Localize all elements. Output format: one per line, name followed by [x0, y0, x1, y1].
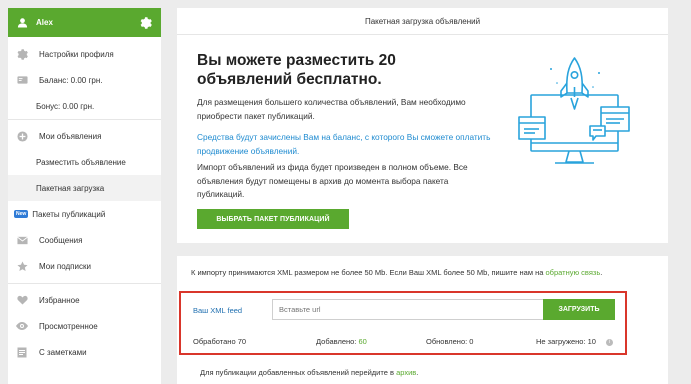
- stat-added-value[interactable]: 60: [358, 337, 366, 346]
- sidebar-item-viewed[interactable]: Просмотренное: [8, 313, 161, 339]
- stat-updated: Обновлено: 0: [426, 337, 473, 346]
- stat-processed-label: Обработано: [193, 337, 236, 346]
- rocket-monitor-illustration: [518, 57, 630, 164]
- user-icon: [16, 16, 29, 29]
- xml-feed-panel: К импорту принимаются XML размером не бо…: [177, 256, 668, 384]
- sidebar-item-label: Сообщения: [39, 235, 83, 245]
- eye-icon: [16, 320, 28, 332]
- divider: [8, 283, 161, 284]
- xml-feed-box: Ваш XML feed ЗАГРУЗИТЬ Обработано 70 Доб…: [179, 291, 627, 355]
- heart-icon: [16, 294, 28, 306]
- archive-end: .: [416, 368, 419, 377]
- star-icon: [16, 260, 28, 272]
- user-name: Alex: [36, 18, 53, 27]
- xml-size-info: К импорту принимаются XML размером не бо…: [191, 268, 602, 277]
- stat-failed-label: Не загружено:: [536, 337, 586, 346]
- sidebar-item-label: Избранное: [39, 295, 80, 305]
- sidebar-item-messages[interactable]: Сообщения: [8, 227, 161, 253]
- sidebar-item-bulk-upload[interactable]: Пакетная загрузка: [8, 175, 161, 201]
- gear-icon: [16, 48, 28, 60]
- stat-added-label: Добавлено:: [316, 337, 357, 346]
- balance-link[interactable]: Средства будут зачислены Вам на баланс, …: [197, 131, 497, 158]
- wallet-icon: [16, 74, 28, 86]
- sidebar-item-notes[interactable]: С заметками: [8, 339, 161, 365]
- sidebar-item-label: Бонус: 0.00 грн.: [36, 101, 95, 111]
- sidebar: Alex Настройки профиля Баланс: 0.00 грн.…: [8, 8, 161, 384]
- stat-added: Добавлено: 60: [316, 337, 367, 346]
- sidebar-item-packages[interactable]: New Пакеты публикаций: [8, 201, 161, 227]
- feedback-link[interactable]: обратную связь: [545, 268, 600, 277]
- sidebar-item-bonus[interactable]: Бонус: 0.00 грн.: [8, 93, 161, 119]
- upload-button[interactable]: ЗАГРУЗИТЬ: [543, 299, 615, 320]
- stat-failed-value: 10: [587, 337, 596, 346]
- archive-info: Для публикации добавленных объявлений пе…: [200, 368, 418, 377]
- feed-url-input[interactable]: [272, 299, 544, 320]
- envelope-icon: [16, 234, 28, 246]
- sidebar-item-label: Пакетная загрузка: [36, 183, 105, 193]
- note-icon: [16, 346, 28, 358]
- sidebar-item-label: С заметками: [39, 347, 87, 357]
- info-end: .: [600, 268, 603, 277]
- xml-size-info-text: К импорту принимаются XML размером не бо…: [191, 268, 544, 277]
- sidebar-item-label: Мои подписки: [39, 261, 91, 271]
- archive-link[interactable]: архив: [396, 368, 416, 377]
- page-title: Пакетная загрузка объявлений: [177, 8, 668, 35]
- divider: [8, 119, 161, 120]
- sidebar-item-label: Пакеты публикаций: [32, 209, 106, 219]
- free-ads-heading: Вы можете разместить 20 объявлений беспл…: [197, 52, 396, 88]
- sidebar-item-post-ad[interactable]: Разместить объявление: [8, 149, 161, 175]
- stat-failed: Не загружено: 10 i: [536, 337, 614, 346]
- import-info-text: Импорт объявлений из фида будет произвед…: [197, 162, 468, 199]
- sidebar-item-label: Разместить объявление: [36, 157, 126, 167]
- user-header[interactable]: Alex: [8, 8, 161, 37]
- plus-circle-icon: [16, 130, 28, 142]
- sidebar-item-balance[interactable]: Баланс: 0.00 грн.: [8, 67, 161, 93]
- sidebar-item-profile-settings[interactable]: Настройки профиля: [8, 41, 161, 67]
- info-icon[interactable]: i: [606, 338, 614, 346]
- xml-feed-label: Ваш XML feed: [193, 306, 243, 315]
- stat-updated-label: Обновлено:: [426, 337, 468, 346]
- stat-processed-value: 70: [237, 337, 247, 346]
- stat-processed: Обработано 70: [193, 337, 246, 346]
- sidebar-item-favorites[interactable]: Избранное: [8, 287, 161, 313]
- bulk-upload-info-panel: Пакетная загрузка объявлений Вы можете р…: [177, 8, 668, 243]
- sidebar-item-label: Баланс: 0.00 грн.: [39, 75, 103, 85]
- sidebar-item-label: Просмотренное: [39, 321, 98, 331]
- new-badge: New: [14, 210, 29, 218]
- stat-updated-value: 0: [469, 337, 474, 346]
- archive-info-text: Для публикации добавленных объявлений пе…: [200, 368, 394, 377]
- sidebar-item-subscriptions[interactable]: Мои подписки: [8, 253, 161, 279]
- package-info-text: Для размещения большего количества объяв…: [197, 97, 466, 121]
- settings-gear-icon[interactable]: [139, 16, 153, 30]
- sidebar-item-my-ads[interactable]: Мои объявления: [8, 123, 161, 149]
- choose-package-button[interactable]: ВЫБРАТЬ ПАКЕТ ПУБЛИКАЦИЙ: [197, 209, 349, 229]
- sidebar-item-label: Настройки профиля: [39, 49, 114, 59]
- sidebar-item-label: Мои объявления: [39, 131, 102, 141]
